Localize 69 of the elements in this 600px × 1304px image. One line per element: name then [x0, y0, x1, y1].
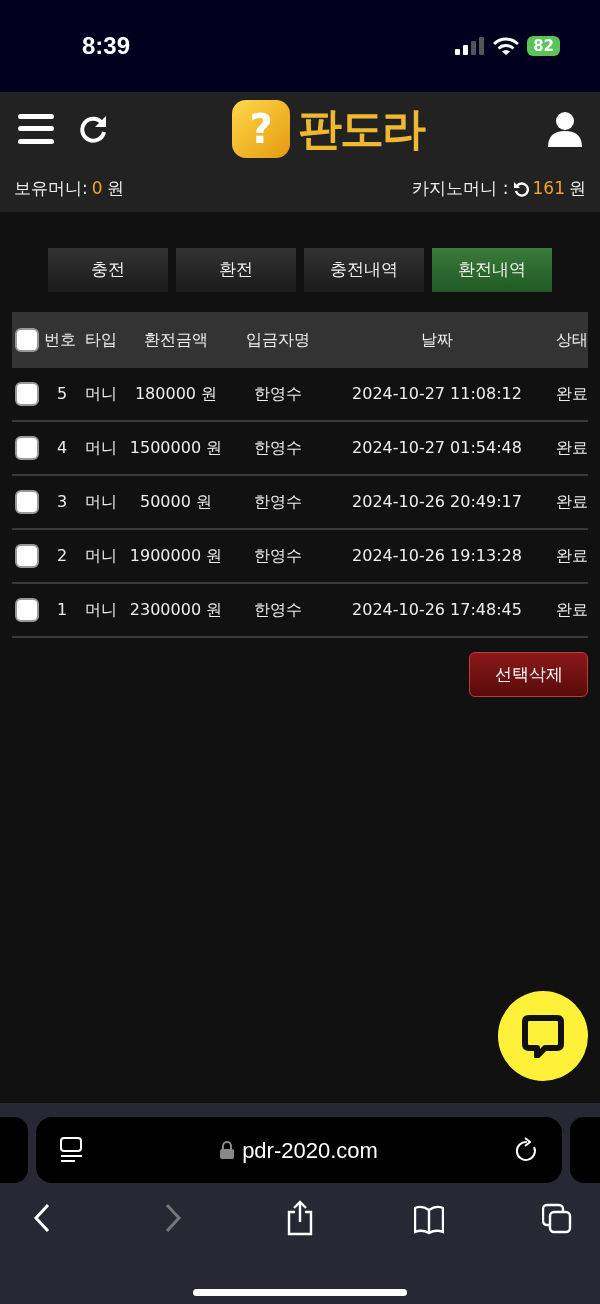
- row-checkbox[interactable]: [15, 436, 39, 460]
- chat-bubble-icon: [521, 1014, 565, 1058]
- casino-money-amount: 161: [532, 176, 565, 200]
- reload-icon[interactable]: [514, 1137, 538, 1163]
- lock-icon: [220, 1141, 235, 1159]
- row-checkbox[interactable]: [15, 598, 39, 622]
- share-icon[interactable]: [285, 1200, 315, 1236]
- table-cell-text: 완료: [555, 545, 588, 567]
- balance-label: 보유머니:: [14, 176, 88, 200]
- table-cell-text: 완료: [555, 599, 588, 621]
- select-all-checkbox[interactable]: [15, 328, 39, 352]
- table-cell-text: 2024-10-26 20:49:17: [351, 491, 523, 513]
- table-cell-text: 3: [55, 491, 69, 513]
- table-cell-text: 한영수: [253, 545, 303, 567]
- table-cell-text: 180000 원: [133, 383, 219, 405]
- row-checkbox[interactable]: [15, 490, 39, 514]
- reader-icon[interactable]: [60, 1137, 84, 1163]
- row-checkbox[interactable]: [15, 544, 39, 568]
- battery-level: 82: [527, 36, 560, 56]
- table-cell-text: 2024-10-27 11:08:12: [351, 383, 523, 405]
- refresh-icon[interactable]: [512, 180, 529, 197]
- currency-unit: 원: [106, 176, 124, 200]
- tab[interactable]: 충전: [48, 248, 168, 292]
- column-header: 환전금액: [143, 329, 209, 351]
- table-cell-text: 한영수: [253, 491, 303, 513]
- balance-amount: 0: [91, 176, 103, 200]
- table-cell-text: 4: [55, 437, 69, 459]
- table-cell-text: 머니: [84, 437, 118, 459]
- table-cell-text: 머니: [84, 491, 118, 513]
- table-cell-text: 한영수: [253, 383, 303, 405]
- table-cell-text: 50000 원: [139, 491, 213, 513]
- table-cell-text: 한영수: [253, 437, 303, 459]
- menu-icon[interactable]: [18, 113, 54, 144]
- column-header: 상태: [555, 329, 588, 351]
- logo-mark: ?: [232, 99, 290, 158]
- casino-money-label: 카지노머니 :: [412, 176, 509, 200]
- wifi-icon: [493, 36, 520, 56]
- table-cell-text: 머니: [84, 545, 118, 567]
- column-header: 타입: [84, 329, 118, 351]
- table-cell-text: 2024-10-26 17:48:45: [351, 599, 523, 621]
- table-cell-text: 1500000 원: [128, 437, 224, 459]
- table-cell-text: 완료: [555, 383, 588, 405]
- signal-icon: [455, 37, 486, 55]
- currency-unit: 원: [569, 176, 586, 200]
- url-text: pdr-2020.com: [242, 1136, 378, 1165]
- table-cell-text: 1900000 원: [128, 545, 224, 567]
- table-cell-text: 머니: [84, 383, 118, 405]
- table-cell-text: 5: [55, 383, 69, 405]
- table-cell-text: 1: [55, 599, 69, 621]
- status-time: 8:39: [82, 31, 131, 61]
- table-cell-text: 머니: [84, 599, 118, 621]
- column-header: 번호: [44, 329, 77, 351]
- address-bar[interactable]: pdr-2020.com: [36, 1117, 562, 1183]
- tab[interactable]: 환전내역: [432, 248, 552, 292]
- logo-text: 판도라: [298, 101, 424, 156]
- table-cell-text: 완료: [555, 491, 588, 513]
- table-cell-text: 2024-10-27 01:54:48: [351, 437, 523, 459]
- table-cell-text: 2300000 원: [128, 599, 224, 621]
- delete-selected-button[interactable]: 선택삭제: [469, 652, 588, 697]
- table-cell-text: 한영수: [253, 599, 303, 621]
- column-header: 입금자명: [245, 329, 311, 351]
- tab[interactable]: 충전내역: [304, 248, 424, 292]
- table-cell-text: 2024-10-26 19:13:28: [351, 545, 523, 567]
- user-icon[interactable]: [548, 110, 582, 147]
- table-cell-text: 2: [55, 545, 69, 567]
- tab[interactable]: 환전: [176, 248, 296, 292]
- table-cell-text: 완료: [555, 437, 588, 459]
- row-checkbox[interactable]: [15, 382, 39, 406]
- column-header: 날짜: [420, 329, 454, 351]
